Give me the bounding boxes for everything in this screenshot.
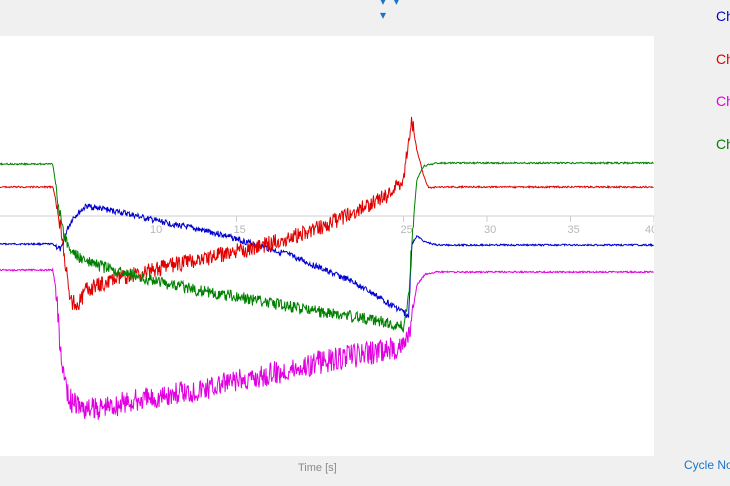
x-tick-label: 30 — [484, 224, 496, 236]
x-axis-label: Time [s] — [298, 462, 337, 474]
cycle-number-link[interactable]: Cycle No — [684, 458, 730, 472]
x-tick-label: 35 — [568, 224, 580, 236]
x-tick-label: 15 — [234, 224, 246, 236]
legend-label-2: Ch — [716, 51, 730, 67]
legend-item-3[interactable]: Ch — [716, 93, 730, 109]
x-tick-label: 40 — [645, 224, 654, 236]
series-line-3 — [0, 267, 654, 420]
x-tick-label: 10 — [150, 224, 162, 236]
legend-label-4: Ch — [716, 136, 730, 152]
series-line-4 — [0, 161, 654, 334]
header-marker: ▾ ▾ ▾ — [380, 0, 402, 22]
legend-label-1: Ch — [716, 8, 730, 24]
x-tick-label: 25 — [401, 224, 413, 236]
legend-item-1[interactable]: Ch — [716, 8, 730, 24]
plot-area: 10 15 25 30 35 40 — [0, 36, 654, 456]
legend-item-2[interactable]: Ch — [716, 51, 730, 67]
chart-svg: 10 15 25 30 35 40 — [0, 116, 654, 420]
legend-label-3: Ch — [716, 93, 730, 109]
series-line-2 — [0, 116, 654, 311]
legend-item-4[interactable]: Ch — [716, 136, 730, 152]
